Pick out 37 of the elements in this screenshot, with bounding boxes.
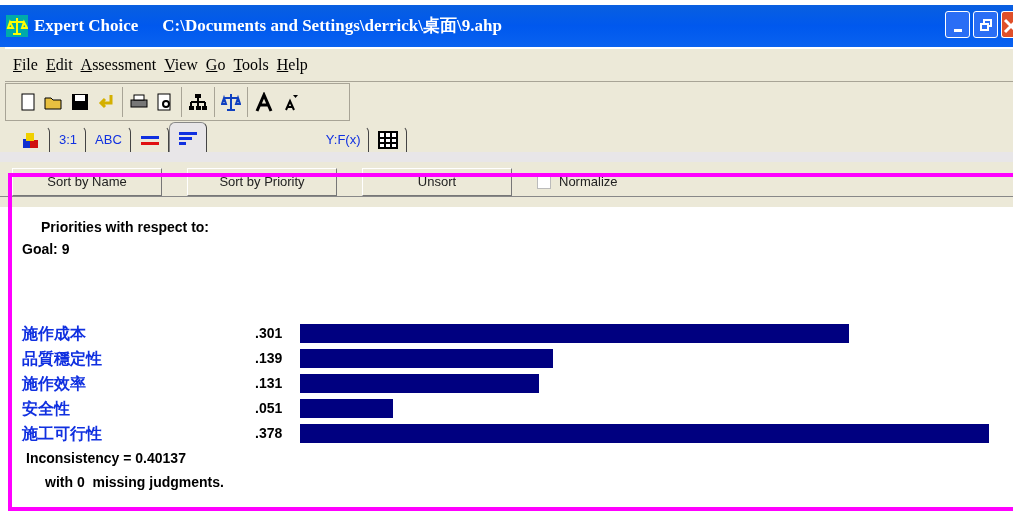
menu-item[interactable]: View	[164, 53, 198, 77]
window-title: Expert Choice	[34, 15, 139, 38]
balance-scale-icon[interactable]	[221, 92, 241, 112]
restore-icon	[979, 18, 992, 31]
new-file-icon[interactable]	[18, 92, 38, 112]
priority-value: .139	[255, 349, 284, 368]
menu-item[interactable]: Help	[276, 53, 308, 77]
restore-button[interactable]	[973, 11, 998, 38]
inconsistency-text: Inconsistency = 0.40137	[25, 449, 187, 468]
criterion-label: 安全性	[22, 398, 71, 419]
criterion-label: 品質穩定性	[22, 348, 103, 369]
criterion-label: 施作效率	[22, 373, 87, 394]
file-path: C:\Documents and Settings\derrick\桌面\9.ahp	[162, 15, 502, 38]
minimize-button[interactable]	[945, 11, 970, 38]
grid-icon	[378, 130, 399, 149]
menu-item[interactable]: Edit	[45, 53, 73, 77]
goal-label: Goal: 9	[22, 240, 71, 259]
blocks-icon	[21, 130, 41, 149]
menu-item[interactable]: Go	[205, 53, 226, 77]
missing-judgments-text: with 0 missing judgments.	[44, 473, 225, 492]
priority-value: .051	[255, 399, 284, 418]
app-icon	[6, 15, 28, 37]
heading: Priorities with respect to:	[40, 218, 211, 237]
close-button[interactable]	[1001, 11, 1013, 38]
menu-item[interactable]: File	[13, 53, 38, 77]
priority-value: .301	[255, 324, 284, 343]
hierarchy-icon[interactable]	[188, 92, 208, 112]
menu-item[interactable]: Tools	[233, 53, 269, 77]
criterion-label: 施作成本	[22, 323, 87, 344]
menu-item[interactable]: Assessment	[80, 53, 157, 77]
font-larger-icon[interactable]	[254, 92, 274, 112]
criterion-label: 施工可行性	[22, 423, 103, 444]
save-icon[interactable]	[70, 92, 90, 112]
normalize-label: Normalize	[559, 173, 618, 192]
tab[interactable]	[168, 122, 207, 152]
priority-value: .131	[255, 374, 284, 393]
priority-value: .378	[255, 424, 284, 443]
